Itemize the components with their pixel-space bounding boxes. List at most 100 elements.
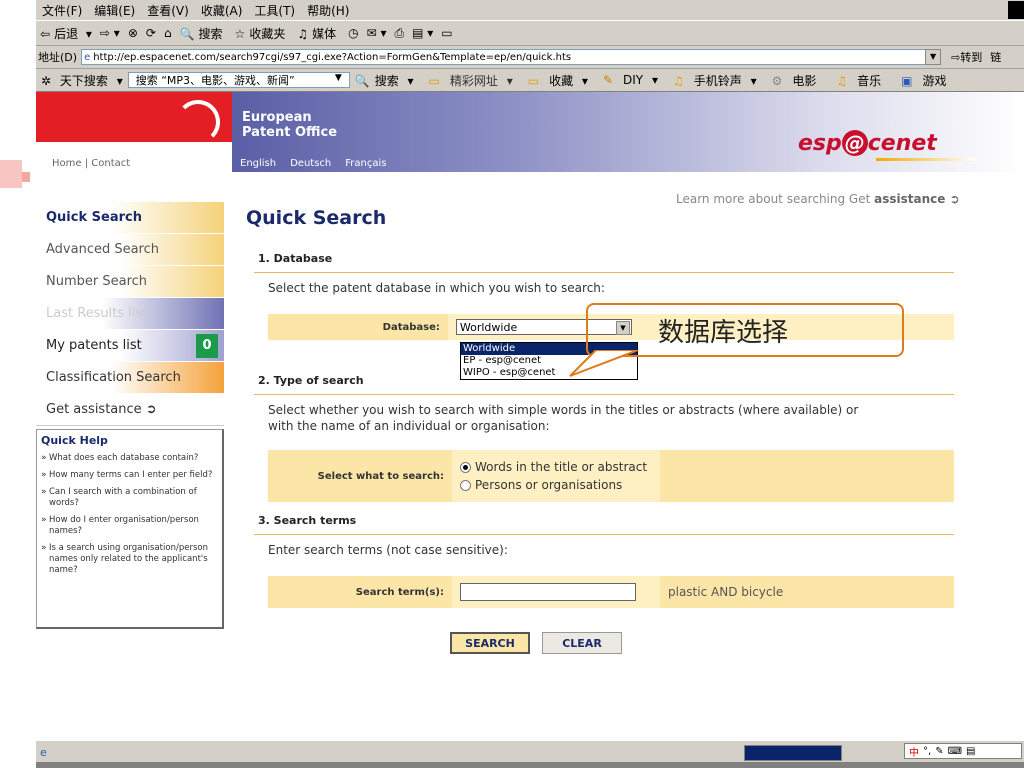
search-toolbar: ✲ 天下搜索 ▾ 搜索 “MP3、电影、游戏、新闻” ▼ 🔍 搜索 ▾ ▭ 精彩网址… (36, 69, 1024, 92)
quick-help-panel: Quick Help What does each database conta… (36, 429, 224, 629)
ime-tray: 中 °, ✎ ⌨ ▤ (904, 743, 1022, 759)
section-database-heading: 1. Database (258, 252, 333, 265)
sidebar-item-quick-search[interactable]: Quick Search (36, 202, 224, 234)
address-bar: 地址(D) e http://ep.espacenet.com/search97… (36, 46, 1024, 69)
sites-label: 精彩网址 (449, 73, 498, 88)
sidebar-item-number-search[interactable]: Number Search (36, 266, 224, 298)
clear-button[interactable]: CLEAR (542, 632, 622, 654)
mail-icon[interactable]: ✉ ▾ (367, 26, 387, 40)
toolbar-search-text: 搜索 “MP3、电影、游戏、新闻” (135, 74, 295, 87)
sidebar-item-my-patents[interactable]: My patents list 0 (36, 330, 224, 362)
sidebar-item-last-results[interactable]: Last Results list (36, 298, 224, 330)
radio-off-icon[interactable] (460, 480, 471, 491)
menu-tools[interactable]: 工具(T) (254, 2, 295, 19)
sidebar-item-advanced-search[interactable]: Advanced Search (36, 234, 224, 266)
music-button[interactable]: ♫ 音乐 (831, 72, 886, 89)
lang-francais[interactable]: Français (345, 158, 386, 169)
favorites-button[interactable]: ☆ 收藏夹 (235, 25, 290, 42)
epo-name-line2: Patent Office (242, 125, 338, 140)
callout-pointer (569, 350, 639, 377)
menu-file[interactable]: 文件(F) (42, 2, 82, 19)
punctuation-icon[interactable]: °, (923, 746, 931, 757)
edit-icon[interactable]: ▤ ▾ (412, 26, 433, 40)
ime-icon[interactable]: 中 (909, 744, 919, 759)
sidebar-item-get-assistance[interactable]: Get assistance ➲ (36, 394, 224, 426)
sites-button[interactable]: ▭ 精彩网址 ▾ (424, 72, 513, 89)
sidebar-item-classification-search[interactable]: Classification Search (36, 362, 224, 394)
print-icon[interactable]: ⎙ (395, 26, 405, 41)
forward-button[interactable]: ⇨ ▾ (100, 26, 120, 40)
search-button[interactable]: SEARCH (450, 632, 530, 654)
toolbar-search-input[interactable]: 搜索 “MP3、电影、游戏、新闻” ▼ (127, 72, 350, 88)
toolbar: ⇦ 后退 ▾ ⇨ ▾ ⊗ ⟳ ⌂ 🔍 搜索 ☆ 收藏夹 ♫ 媒体 ◷ ✉ ▾ ⎙ ▤ ▾… (36, 21, 1024, 46)
type-description-1: Select whether you wish to search with s… (268, 403, 859, 417)
page-title: Quick Search (246, 207, 387, 229)
go-label: 转到 (960, 51, 983, 64)
toolbar-search-button[interactable]: 🔍 搜索 ▾ (355, 72, 414, 89)
sidebar: Quick Search Advanced Search Number Sear… (36, 202, 224, 426)
slide-accent (0, 160, 22, 188)
section-divider (254, 272, 954, 273)
quick-help-link[interactable]: How many terms can I enter per field? (41, 470, 218, 481)
database-description: Select the patent database in which you … (268, 281, 605, 295)
home-contact-links[interactable]: Home | Contact (52, 158, 130, 169)
search-label: 搜索 (198, 26, 223, 41)
home-icon[interactable]: ⌂ (164, 26, 172, 40)
quick-help-link[interactable]: What does each database contain? (41, 453, 218, 464)
assistance-link[interactable]: assistance ➲ (874, 192, 960, 206)
slide-margin (0, 0, 36, 768)
menu-help[interactable]: 帮助(H) (307, 2, 349, 19)
page-icon: e (84, 51, 91, 63)
database-selected-value: Worldwide (459, 320, 518, 334)
go-button[interactable]: ⇨转到 (951, 49, 982, 65)
search-type-cell: Words in the title or abstract Persons o… (452, 450, 660, 502)
radio-words-label: Words in the title or abstract (475, 460, 648, 474)
lang-english[interactable]: English (240, 158, 276, 169)
quick-help-link[interactable]: How do I enter organisation/person names… (41, 515, 218, 537)
lang-deutsch[interactable]: Deutsch (290, 158, 331, 169)
radio-persons[interactable]: Persons or organisations (460, 478, 622, 492)
bottom-strip (36, 762, 1024, 768)
type-description-2: with the name of an individual or organi… (268, 419, 550, 433)
section-divider (254, 394, 954, 395)
menu-edit[interactable]: 编辑(E) (94, 2, 135, 19)
learn-more-link[interactable]: Learn more about searching Get assistanc… (676, 192, 960, 206)
search-provider[interactable]: ✲ 天下搜索 ▾ (41, 72, 123, 89)
refresh-icon[interactable]: ⟳ (146, 26, 156, 40)
address-url: http://ep.espacenet.com/search97cgi/s97_… (93, 51, 572, 63)
links-label[interactable]: 链 (990, 49, 1001, 65)
address-label: 地址(D) (38, 51, 78, 64)
movies-button[interactable]: ⚙ 电影 (767, 72, 822, 89)
menu-favorites[interactable]: 收藏(A) (201, 2, 243, 19)
menu-icon[interactable]: ▤ (966, 746, 975, 757)
annotation-callout-text: 数据库选择 (658, 318, 789, 348)
discuss-icon[interactable]: ▭ (441, 26, 452, 40)
epo-name-line1: European (242, 110, 312, 125)
logo-part-cenet: cenet (867, 131, 937, 156)
quick-help-link[interactable]: Is a search using organisation/person na… (41, 543, 218, 576)
movies-label: 电影 (792, 73, 817, 88)
database-label: Database: (382, 321, 440, 333)
history-icon[interactable]: ◷ (348, 26, 358, 40)
chevron-down-icon[interactable]: ▼ (335, 73, 342, 83)
pen-icon[interactable]: ✎ (935, 746, 943, 757)
ringtones-button[interactable]: ♫ 手机铃声 ▾ (668, 72, 757, 89)
back-button[interactable]: ⇦ 后退 ▾ (40, 25, 92, 42)
media-button[interactable]: ♫ 媒体 (297, 25, 340, 42)
favorites-tb-button[interactable]: ▭ 收藏 ▾ (523, 72, 588, 89)
radio-persons-label: Persons or organisations (475, 478, 623, 492)
games-button[interactable]: ▣ 游戏 (896, 72, 951, 89)
radio-words[interactable]: Words in the title or abstract (460, 460, 647, 474)
stop-icon[interactable]: ⊗ (128, 26, 138, 40)
quick-help-link[interactable]: Can I search with a combination of words… (41, 487, 218, 509)
radio-on-icon[interactable] (460, 462, 471, 473)
diy-button[interactable]: ✎ DIY ▾ (598, 73, 658, 87)
search-terms-input[interactable] (460, 583, 636, 601)
my-patents-label: My patents list (46, 338, 142, 353)
search-button[interactable]: 🔍 搜索 (180, 25, 227, 42)
menu-view[interactable]: 查看(V) (147, 2, 189, 19)
address-dropdown-icon[interactable]: ▼ (925, 49, 942, 65)
address-input[interactable]: e http://ep.espacenet.com/search97cgi/s9… (81, 49, 942, 65)
media-label: 媒体 (312, 26, 337, 41)
keyboard-icon[interactable]: ⌨ (948, 746, 962, 757)
